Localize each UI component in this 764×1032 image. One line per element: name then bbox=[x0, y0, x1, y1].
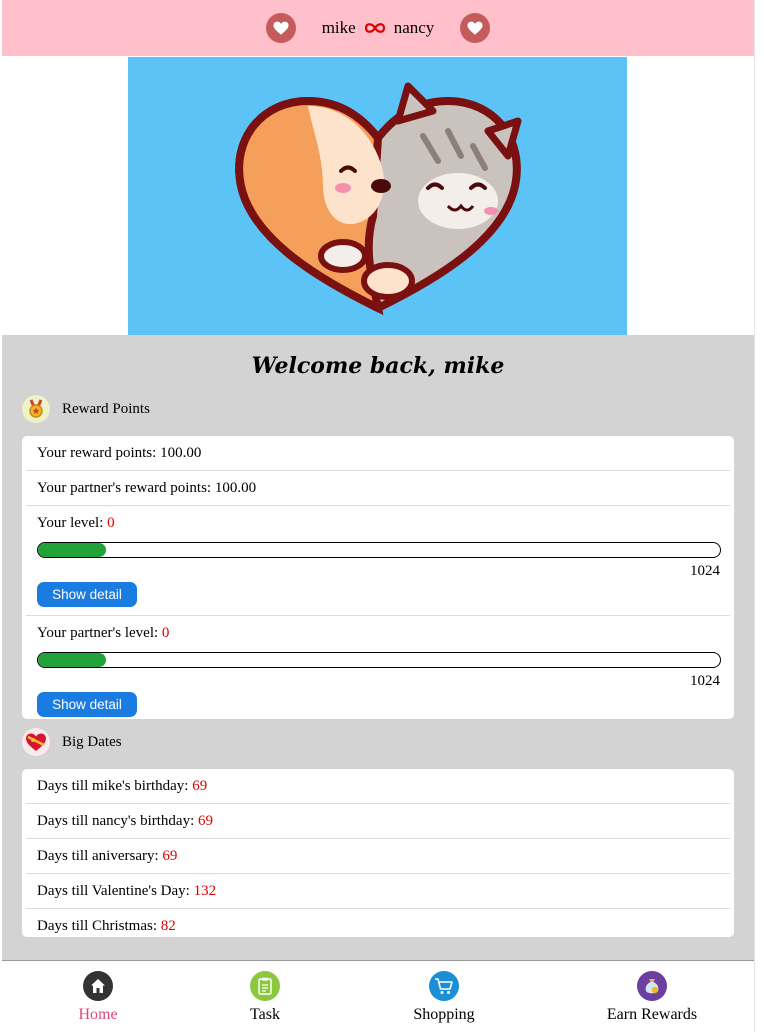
big-dates-card: Days till mike's birthday: 69 Days till … bbox=[22, 769, 734, 937]
clipboard-icon bbox=[250, 971, 280, 1001]
partner-level-progress-bar bbox=[37, 652, 721, 668]
big-dates-header: Big Dates bbox=[22, 728, 122, 756]
date-row: Days till aniversary: 69 bbox=[26, 839, 730, 874]
your-level-row: Your level: 0 1024 Show detail bbox=[26, 506, 730, 616]
partner-show-detail-button[interactable]: Show detail bbox=[37, 692, 137, 717]
nav-task[interactable]: Task bbox=[205, 971, 325, 1024]
partner-points-label: Your partner's reward points: bbox=[37, 480, 215, 496]
date-days-value: 69 bbox=[198, 813, 214, 829]
reward-points-title: Reward Points bbox=[62, 400, 150, 417]
date-label: Days till Christmas: bbox=[37, 918, 161, 934]
your-points-value: 100.00 bbox=[160, 445, 202, 461]
your-level-value: 0 bbox=[107, 515, 115, 531]
date-label: Days till aniversary: bbox=[37, 848, 163, 864]
your-show-detail-button[interactable]: Show detail bbox=[37, 582, 137, 607]
bottom-nav: Home Task Shopping Earn Rewards bbox=[2, 960, 754, 1032]
big-dates-title: Big Dates bbox=[62, 733, 122, 750]
heart-icon bbox=[460, 13, 491, 43]
partner-level-max: 1024 bbox=[690, 673, 720, 689]
your-level-progress-fill bbox=[38, 543, 107, 557]
your-reward-points-row: Your reward points: 100.00 bbox=[26, 436, 730, 471]
your-points-label: Your reward points: bbox=[37, 445, 161, 461]
medal-icon bbox=[22, 395, 50, 423]
date-days-value: 69 bbox=[162, 848, 178, 864]
your-level-max: 1024 bbox=[690, 563, 720, 579]
partner-level-value: 0 bbox=[161, 625, 170, 641]
banner-image bbox=[128, 57, 627, 335]
date-label: Days till nancy's birthday: bbox=[37, 813, 199, 829]
date-row: Days till nancy's birthday: 69 bbox=[26, 804, 730, 839]
date-days-value: 82 bbox=[160, 918, 176, 934]
dog-cat-heart-illustration bbox=[234, 82, 521, 316]
partner-name-2: nancy bbox=[393, 18, 435, 37]
nav-shopping-label: Shopping bbox=[413, 1006, 475, 1023]
infinity-icon bbox=[364, 22, 386, 34]
nav-earn-rewards-label: Earn Rewards bbox=[606, 1006, 698, 1023]
nav-earn-rewards[interactable]: Earn Rewards bbox=[592, 971, 712, 1024]
couple-header: mike nancy bbox=[2, 0, 754, 56]
partner-reward-points-row: Your partner's reward points: 100.00 bbox=[26, 471, 730, 506]
home-icon bbox=[83, 971, 113, 1001]
partner-level-row: Your partner's level: 0 1024 Show detail bbox=[26, 616, 730, 725]
date-row: Days till Christmas: 82 bbox=[26, 909, 730, 943]
reward-points-card: Your reward points: 100.00 Your partner'… bbox=[22, 436, 734, 719]
nav-shopping[interactable]: Shopping bbox=[384, 971, 504, 1024]
window-edge bbox=[754, 0, 764, 1032]
date-row: Days till Valentine's Day: 132 bbox=[26, 874, 730, 909]
nav-home-label: Home bbox=[78, 1006, 118, 1023]
cart-icon bbox=[429, 971, 459, 1001]
partner-level-label: Your partner's level: bbox=[37, 625, 162, 641]
date-label: Days till mike's birthday: bbox=[37, 778, 193, 794]
app-window: mike nancy Welcome back, mike Reward Poi… bbox=[2, 0, 754, 1032]
date-days-value: 69 bbox=[192, 778, 208, 794]
your-level-label: Your level: bbox=[37, 515, 108, 531]
money-bag-icon bbox=[637, 971, 667, 1001]
partner-level-progress-fill bbox=[38, 653, 107, 667]
heart-icon bbox=[265, 13, 296, 43]
dashboard-content: Welcome back, mike Reward Points Your re… bbox=[2, 335, 754, 960]
partner-name-1: mike bbox=[321, 18, 356, 37]
partner-points-value: 100.00 bbox=[214, 480, 257, 496]
app-frame: mike nancy Welcome back, mike Reward Poi… bbox=[0, 0, 764, 1032]
date-label: Days till Valentine's Day: bbox=[37, 883, 194, 899]
reward-points-header: Reward Points bbox=[22, 395, 150, 423]
your-level-progress-bar bbox=[37, 542, 721, 558]
date-days-value: 132 bbox=[193, 883, 217, 899]
welcome-heading: Welcome back, mike bbox=[251, 353, 505, 379]
date-row: Days till mike's birthday: 69 bbox=[26, 769, 730, 804]
heart-gift-icon bbox=[22, 728, 50, 756]
nav-task-label: Task bbox=[250, 1006, 280, 1023]
nav-home[interactable]: Home bbox=[38, 971, 158, 1024]
